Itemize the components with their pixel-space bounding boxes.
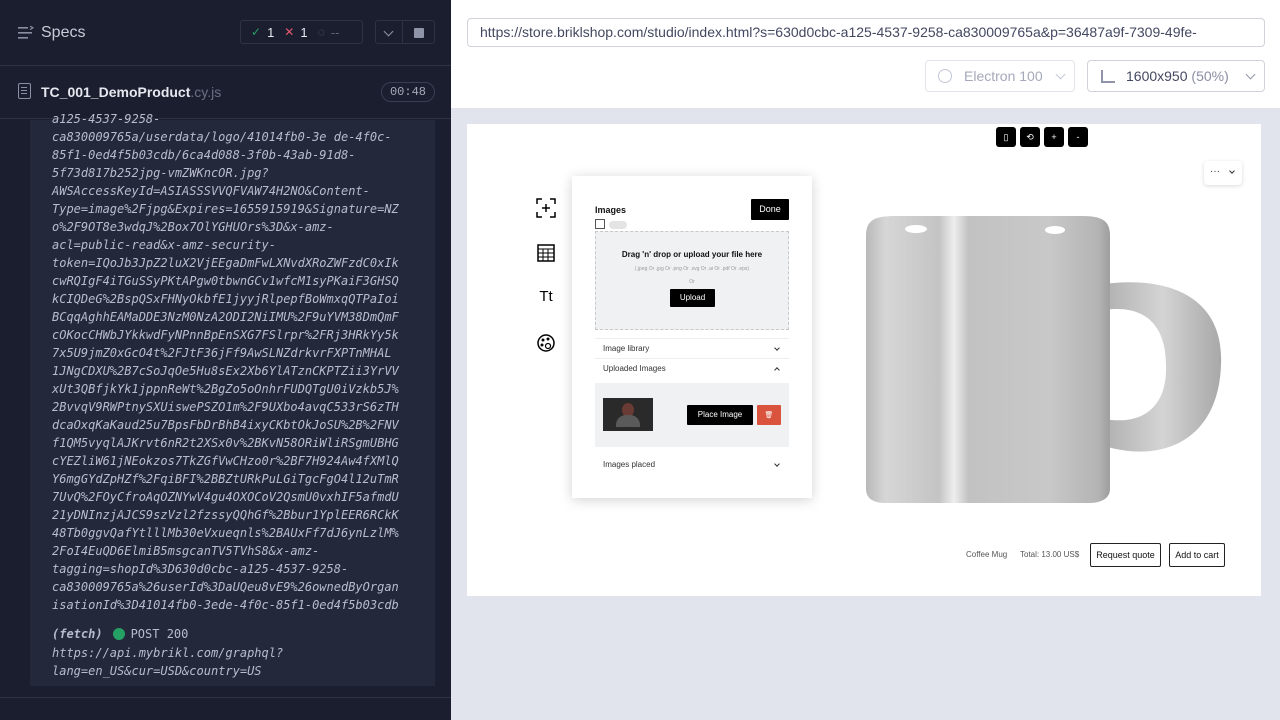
test-stats: ✓ 1 ✕ 1 ◌ --	[240, 20, 363, 44]
product-total: Total: 13.00 US$	[1020, 550, 1080, 559]
add-image-tool-icon[interactable]	[536, 198, 556, 218]
fetch-method: POST 200	[130, 627, 189, 641]
specs-menu-icon[interactable]	[18, 26, 34, 40]
runner-header: Specs ✓ 1 ✕ 1 ◌ --	[0, 0, 451, 66]
log-url-text: a125-4537-9258- ca830009765a/userdata/lo…	[52, 112, 399, 612]
file-icon	[18, 83, 31, 99]
viewport-select[interactable]: 1600x950 (50%)	[1087, 60, 1265, 92]
spec-name: TC_001_DemoProduct.cy.js	[41, 84, 221, 100]
app-under-test: ▯ ⟲ + - ··· Tt Images Done Drag 'n' drop…	[467, 124, 1261, 596]
viewport-percent: (50%)	[1191, 68, 1229, 84]
request-quote-button[interactable]: Request quote	[1090, 543, 1161, 567]
done-button[interactable]: Done	[751, 199, 789, 220]
specs-title[interactable]: Specs	[41, 24, 85, 42]
image-library-accordion[interactable]: Image library	[595, 338, 789, 358]
mug-3d-preview[interactable]	[864, 214, 1224, 504]
dropzone-or: Or	[689, 279, 695, 285]
uploaded-image-item: Place Image 🗑	[595, 383, 789, 447]
more-options-button[interactable]: ···	[1204, 161, 1242, 185]
spec-extension: .cy.js	[190, 84, 222, 100]
check-icon: ✓	[251, 25, 262, 39]
chevron-down-icon	[774, 345, 780, 351]
runner-panel: Specs ✓ 1 ✕ 1 ◌ -- TC_001_DemoProduct.cy…	[0, 0, 451, 720]
status-dot-icon	[112, 628, 125, 640]
grid-icon	[595, 219, 605, 229]
more-dots: ···	[1210, 166, 1220, 177]
images-placed-accordion[interactable]: Images placed	[595, 455, 789, 475]
panel-title: Images	[595, 205, 627, 215]
place-image-button[interactable]: Place Image	[687, 405, 753, 425]
spec-filename: TC_001_DemoProduct	[41, 84, 191, 100]
runner-options-button[interactable]	[375, 20, 403, 44]
color-palette-icon[interactable]	[536, 333, 556, 353]
viewport-size: 1600x950	[1126, 68, 1188, 84]
text-tool-icon[interactable]: Tt	[536, 288, 556, 308]
x-icon: ✕	[284, 25, 295, 39]
add-to-cart-button[interactable]: Add to cart	[1169, 543, 1225, 567]
image-library-label: Image library	[603, 344, 650, 353]
upload-dropzone[interactable]: Drag 'n' drop or upload your file here (…	[595, 231, 789, 330]
chevron-down-icon	[383, 26, 394, 37]
trash-icon: 🗑	[764, 412, 774, 419]
dropzone-file-types: (.jpeg Or .jpg Or .png Or .svg Or .ai Or…	[634, 266, 750, 272]
url-bar[interactable]: https://store.briklshop.com/studio/index…	[467, 18, 1265, 47]
fetch-url: https://api.mybrikl.com/graphql? lang=en…	[52, 646, 284, 678]
stop-button[interactable]	[403, 20, 435, 44]
pending-icon: ◌	[317, 25, 325, 39]
images-panel: Images Done Drag 'n' drop or upload your…	[572, 176, 812, 498]
electron-icon	[938, 69, 952, 83]
runner-divider	[0, 697, 451, 698]
failed-stat: ✕ 1	[284, 25, 307, 40]
chevron-down-icon	[1229, 168, 1235, 174]
fetch-log-entry[interactable]: (fetch) POST 200	[52, 625, 188, 643]
chevron-down-icon	[1245, 69, 1256, 80]
stop-icon	[414, 28, 424, 38]
mini-toolbar-zoom-out-button[interactable]: -	[1068, 127, 1088, 147]
passed-stat: ✓ 1	[251, 25, 274, 40]
aut-header: https://store.briklshop.com/studio/index…	[451, 0, 1280, 108]
browser-name: Electron 100	[964, 68, 1043, 84]
grid-toggle[interactable]	[609, 221, 627, 229]
passed-count: 1	[267, 24, 275, 40]
mini-toolbar-zoom-in-button[interactable]: +	[1044, 127, 1064, 147]
spec-duration: 00:48	[380, 82, 435, 102]
pending-count: --	[330, 24, 340, 40]
mini-toolbar-reset-button[interactable]: ⟲	[1020, 127, 1040, 147]
upload-button[interactable]: Upload	[670, 289, 715, 307]
pattern-tool-icon[interactable]	[536, 243, 556, 263]
dropzone-title: Drag 'n' drop or upload your file here	[621, 250, 763, 259]
uploaded-image-thumbnail[interactable]	[603, 398, 653, 431]
fetch-label: (fetch)	[52, 627, 103, 641]
delete-image-button[interactable]: 🗑	[757, 405, 781, 425]
mini-toolbar-frame-button[interactable]: ▯	[996, 127, 1016, 147]
chevron-down-icon	[1055, 69, 1066, 80]
chevron-down-icon	[774, 461, 780, 467]
product-name: Coffee Mug	[966, 550, 1008, 559]
browser-select[interactable]: Electron 100	[925, 60, 1075, 92]
pending-stat: ◌ --	[318, 25, 340, 40]
ruler-icon	[1101, 70, 1115, 83]
uploaded-images-accordion[interactable]: Uploaded Images	[595, 358, 789, 378]
failed-count: 1	[300, 24, 308, 40]
uploaded-images-label: Uploaded Images	[603, 364, 666, 373]
chevron-up-icon	[774, 367, 780, 373]
images-placed-label: Images placed	[603, 460, 656, 469]
